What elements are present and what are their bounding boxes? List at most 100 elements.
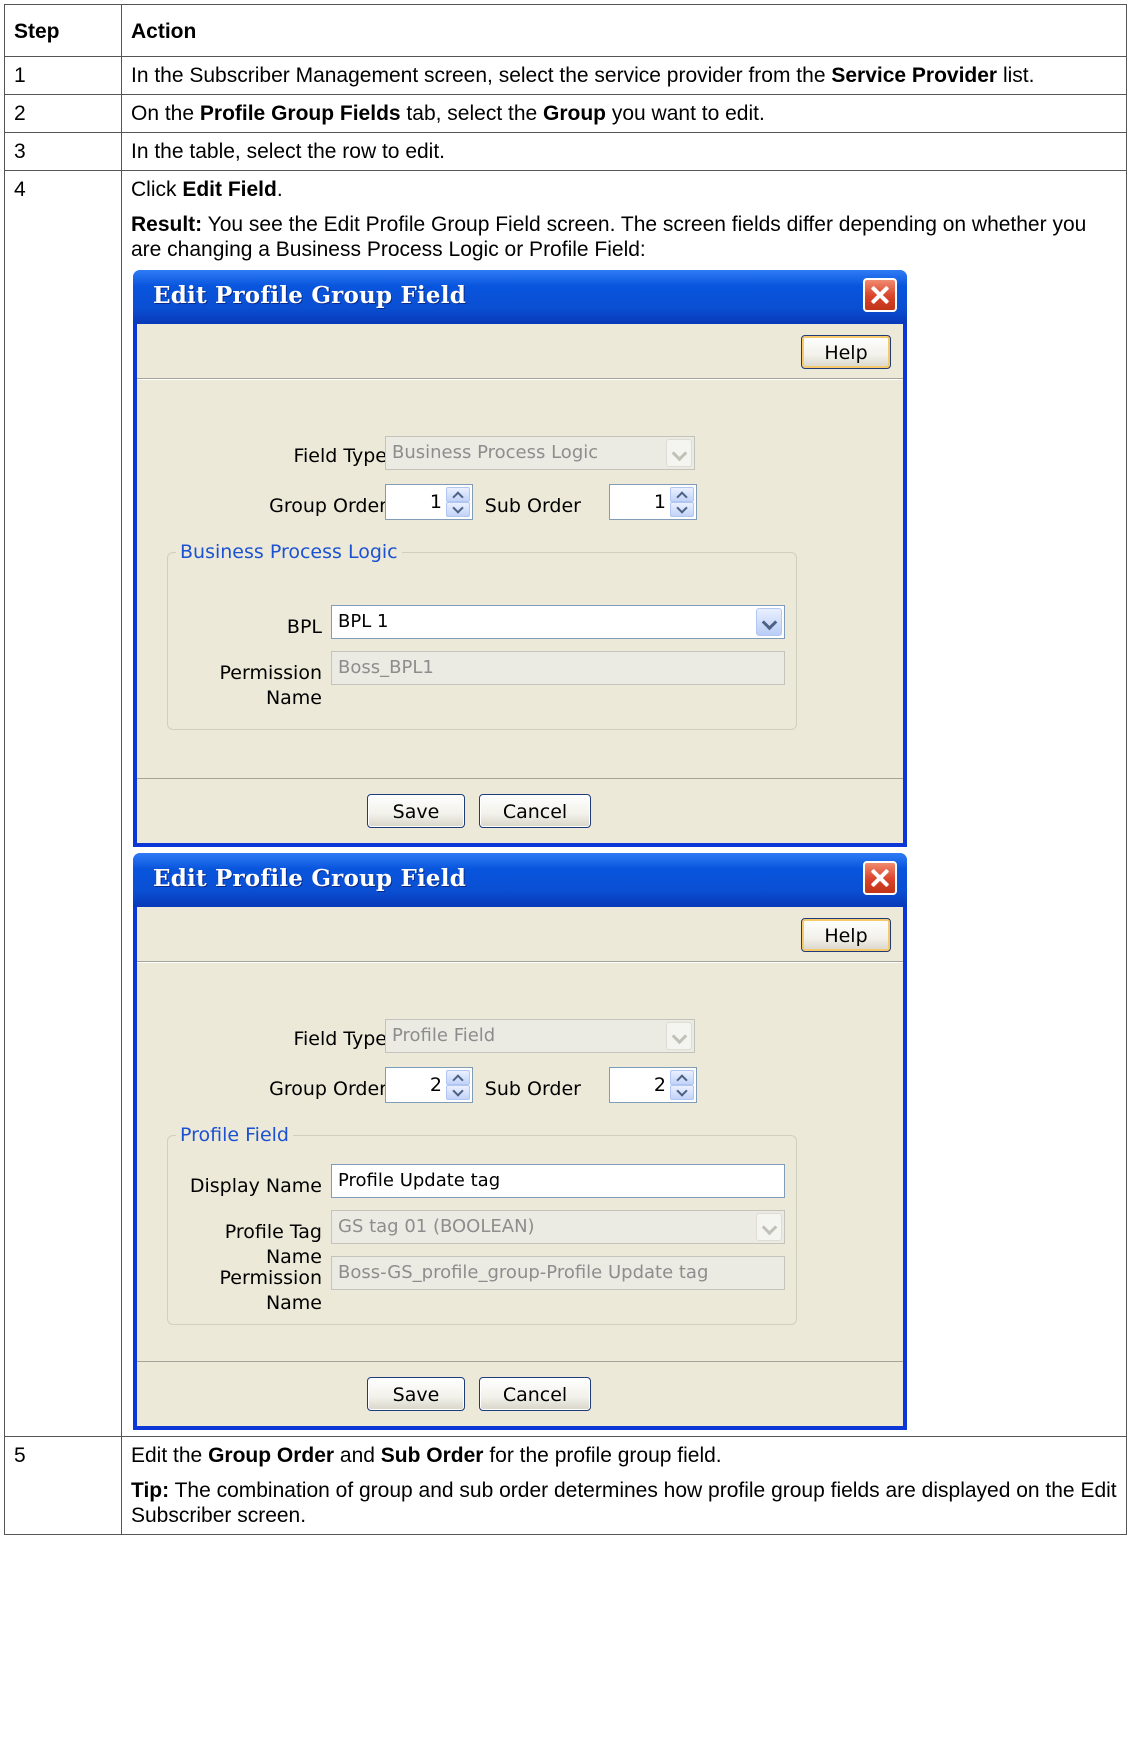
text-run: you want to edit. bbox=[606, 102, 765, 125]
text-run: On the bbox=[131, 102, 200, 125]
field-type-label: Field Type bbox=[293, 1028, 387, 1050]
action-text: Edit the Group Order and Sub Order for t… bbox=[131, 1443, 1117, 1468]
profile-tag-name-value: GS tag 01 (BOOLEAN) bbox=[338, 1216, 535, 1237]
spinner-down-icon[interactable] bbox=[670, 502, 694, 517]
bold-term: Profile Group Fields bbox=[199, 102, 401, 125]
step-action: In the table, select the row to edit. bbox=[121, 132, 1127, 171]
bold-term: Edit Field bbox=[182, 178, 277, 201]
text-run: You see the Edit Profile Group Field scr… bbox=[131, 213, 1087, 261]
dialog-title-bar[interactable]: Edit Profile Group Field bbox=[133, 853, 907, 907]
step-action: In the Subscriber Management screen, sel… bbox=[121, 56, 1127, 95]
table-row: 5 Edit the Group Order and Sub Order for… bbox=[4, 1436, 1127, 1535]
dialog-body: Help Field Type Profile Field Group Orde… bbox=[137, 907, 903, 1426]
group-order-value: 2 bbox=[429, 1074, 442, 1096]
profile-tag-name-label: Profile Tag Name bbox=[224, 1221, 322, 1268]
spinner-down-icon[interactable] bbox=[446, 1085, 470, 1100]
section-title: Profile Field bbox=[176, 1123, 293, 1148]
text-run: Click bbox=[131, 178, 183, 201]
dialog-form: Field Type Profile Field Group Order 2 S… bbox=[137, 962, 903, 1361]
text-run: . bbox=[276, 178, 283, 201]
table-row: 4 Click Edit Field. Result: You see the … bbox=[4, 170, 1127, 1437]
spinner-down-icon[interactable] bbox=[670, 1085, 694, 1100]
bpl-label: BPL bbox=[286, 616, 322, 638]
bold-term: Tip: bbox=[131, 1479, 170, 1502]
business-process-logic-section: Business Process Logic BPL BPL 1 Permiss… bbox=[167, 540, 797, 730]
step-number: 1 bbox=[4, 56, 122, 95]
field-type-value: Business Process Logic bbox=[392, 442, 599, 463]
bold-term: Result: bbox=[131, 213, 203, 236]
procedure-table: Step Action 1 In the Subscriber Manageme… bbox=[4, 4, 1127, 1535]
bold-term: Group Order bbox=[208, 1444, 335, 1467]
result-text: Result: You see the Edit Profile Group F… bbox=[131, 212, 1117, 262]
display-name-label: Display Name bbox=[189, 1175, 322, 1197]
dialog-title-bar[interactable]: Edit Profile Group Field bbox=[133, 270, 907, 324]
bold-term: Sub Order bbox=[380, 1444, 484, 1467]
sub-order-spinner[interactable]: 1 bbox=[609, 484, 697, 520]
group-order-spinner[interactable]: 1 bbox=[385, 484, 473, 520]
permission-name-field: Boss_BPL1 bbox=[331, 651, 785, 685]
permission-name-field: Boss-GS_profile_group-Profile Update tag bbox=[331, 1256, 785, 1290]
permission-name-label: Permission Name bbox=[219, 662, 322, 709]
text-run: for the profile group field. bbox=[483, 1444, 722, 1467]
field-type-label: Field Type bbox=[293, 445, 387, 467]
dialog-button-bar: Save Cancel bbox=[137, 778, 903, 843]
bpl-value: BPL 1 bbox=[338, 611, 389, 632]
save-button[interactable]: Save bbox=[367, 1377, 465, 1411]
sub-order-value: 1 bbox=[653, 491, 666, 513]
step-action: Click Edit Field. Result: You see the Ed… bbox=[121, 170, 1127, 1437]
spinner-up-icon[interactable] bbox=[446, 1070, 470, 1085]
help-button[interactable]: Help bbox=[801, 918, 891, 952]
text-run: list. bbox=[997, 64, 1035, 87]
cancel-button[interactable]: Cancel bbox=[479, 794, 591, 828]
tip-text: Tip: The combination of group and sub or… bbox=[131, 1478, 1117, 1528]
dialog-body: Help Field Type Business Process Logic G… bbox=[137, 324, 903, 843]
chevron-down-icon bbox=[666, 1022, 692, 1050]
field-type-select: Business Process Logic bbox=[385, 436, 695, 470]
table-row: 3 In the table, select the row to edit. bbox=[4, 132, 1127, 171]
spinner-up-icon[interactable] bbox=[446, 487, 470, 502]
group-order-spinner[interactable]: 2 bbox=[385, 1067, 473, 1103]
text-run: tab, select the bbox=[400, 102, 544, 125]
text-run: The combination of group and sub order d… bbox=[131, 1479, 1117, 1527]
step-action: On the Profile Group Fields tab, select … bbox=[121, 94, 1127, 133]
group-order-value: 1 bbox=[429, 491, 442, 513]
text-run: Edit the bbox=[131, 1444, 209, 1467]
bpl-select[interactable]: BPL 1 bbox=[331, 605, 785, 639]
step-column-header: Step bbox=[4, 4, 122, 57]
help-button[interactable]: Help bbox=[801, 335, 891, 369]
close-icon[interactable] bbox=[863, 861, 897, 895]
action-text: On the Profile Group Fields tab, select … bbox=[131, 101, 1117, 126]
sub-order-value: 2 bbox=[653, 1074, 666, 1096]
sub-order-spinner[interactable]: 2 bbox=[609, 1067, 697, 1103]
spinner-up-icon[interactable] bbox=[670, 1070, 694, 1085]
bold-term: Service Provider bbox=[831, 64, 998, 87]
table-row: 2 On the Profile Group Fields tab, selec… bbox=[4, 94, 1127, 133]
edit-profile-group-field-dialog-profile: Edit Profile Group Field Help Field Type… bbox=[133, 853, 907, 1430]
section-title: Business Process Logic bbox=[176, 540, 402, 565]
step-action: Edit the Group Order and Sub Order for t… bbox=[121, 1436, 1127, 1535]
display-name-input[interactable]: Profile Update tag bbox=[331, 1164, 785, 1198]
chevron-down-icon bbox=[756, 1213, 782, 1241]
dialog-toolbar: Help bbox=[137, 907, 903, 962]
text-run: In the Subscriber Management screen, sel… bbox=[131, 64, 832, 87]
sub-order-label: Sub Order bbox=[484, 1078, 581, 1100]
table-row: 1 In the Subscriber Management screen, s… bbox=[4, 56, 1127, 95]
action-column-header: Action bbox=[121, 4, 1127, 57]
field-type-select: Profile Field bbox=[385, 1019, 695, 1053]
chevron-down-icon[interactable] bbox=[756, 608, 782, 636]
dialog-form: Field Type Business Process Logic Group … bbox=[137, 379, 903, 778]
save-button[interactable]: Save bbox=[367, 794, 465, 828]
dialog-title: Edit Profile Group Field bbox=[153, 282, 466, 309]
bold-term: Group bbox=[543, 102, 607, 125]
profile-field-section: Profile Field Display Name Profile Updat… bbox=[167, 1123, 797, 1325]
dialog-title: Edit Profile Group Field bbox=[153, 865, 466, 892]
step-number: 4 bbox=[4, 170, 122, 1437]
table-header-row: Step Action bbox=[4, 4, 1127, 57]
close-icon[interactable] bbox=[863, 278, 897, 312]
spinner-up-icon[interactable] bbox=[670, 487, 694, 502]
cancel-button[interactable]: Cancel bbox=[479, 1377, 591, 1411]
permission-name-label: Permission Name bbox=[219, 1267, 322, 1314]
action-text: Click Edit Field. bbox=[131, 177, 1117, 202]
spinner-down-icon[interactable] bbox=[446, 502, 470, 517]
group-order-label: Group Order bbox=[269, 1078, 387, 1100]
